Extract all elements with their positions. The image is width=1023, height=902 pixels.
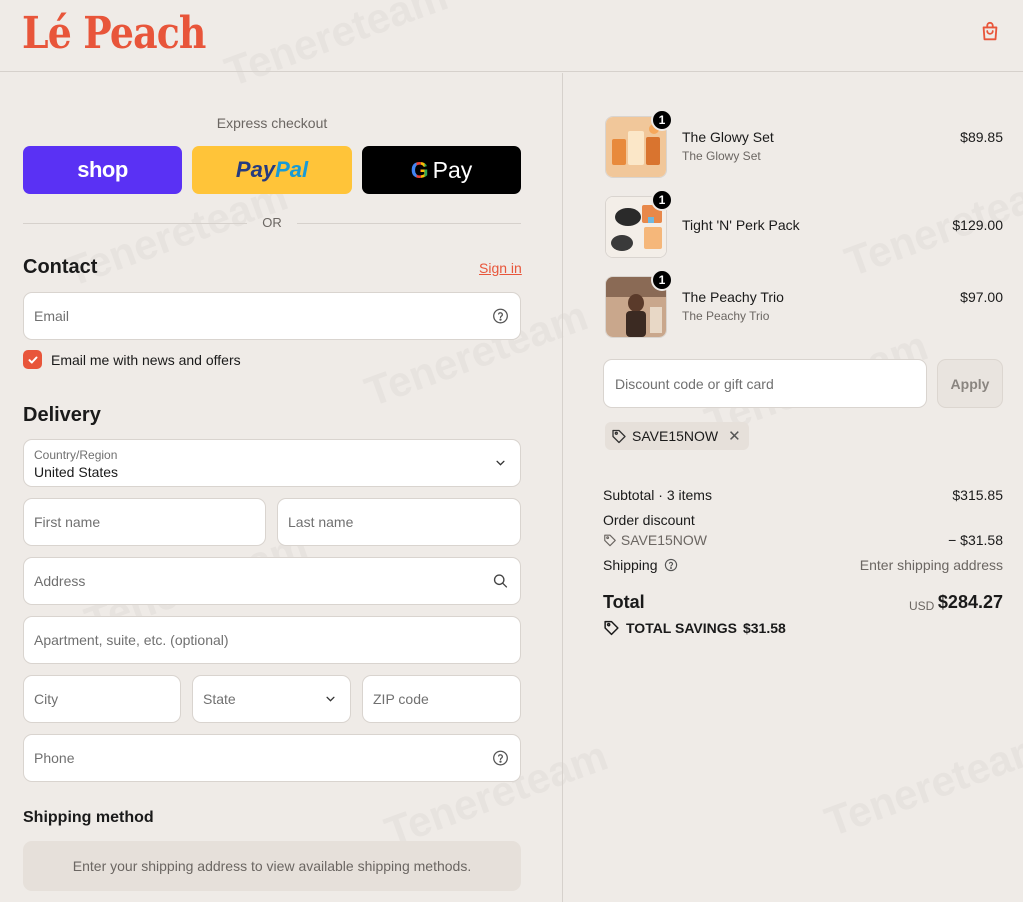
item-name: The Peachy Trio: [682, 289, 784, 305]
total-label: Total: [603, 592, 645, 612]
checkout-form: Express checkout shop PayPal G Pay OR Co…: [0, 73, 562, 902]
apartment-placeholder: Apartment, suite, etc. (optional): [34, 632, 229, 648]
or-label: OR: [262, 215, 282, 230]
savings-label: TOTAL SAVINGS: [626, 619, 737, 636]
contact-title: Contact: [23, 256, 98, 278]
subtotal-value: $315.85: [952, 487, 1003, 503]
site-header: Lé Peach: [0, 0, 1023, 72]
phone-placeholder: Phone: [34, 750, 75, 766]
order-summary: 1 The Glowy Set The Glowy Set $89.85 1 T…: [563, 73, 1023, 902]
sign-in-link[interactable]: Sign in: [479, 260, 522, 276]
help-icon[interactable]: [492, 308, 509, 325]
country-select[interactable]: Country/Region United States: [23, 439, 521, 487]
shipping-notice-text: Enter your shipping address to view avai…: [72, 858, 472, 874]
remove-code-icon[interactable]: ✕: [728, 427, 741, 445]
discount-placeholder: Discount code or gift card: [615, 375, 774, 392]
apply-discount-button[interactable]: Apply: [937, 359, 1003, 408]
item-price: $89.85: [960, 129, 1003, 145]
item-variant: The Glowy Set: [682, 149, 761, 163]
or-divider-left: [23, 223, 247, 224]
savings-value: $31.58: [742, 619, 786, 636]
order-discount-label: Order discount: [603, 512, 695, 528]
item-name: The Glowy Set: [682, 129, 774, 145]
or-divider-right: [297, 223, 521, 224]
first-name-placeholder: First name: [34, 514, 101, 530]
country-value: United States: [34, 464, 119, 480]
shop-pay-button[interactable]: shop: [23, 146, 182, 194]
shipping-row: Shipping Enter shipping address: [603, 557, 1003, 573]
discount-code-row: SAVE15NOW − $31.58: [603, 532, 1003, 548]
paypal-button[interactable]: PayPal: [192, 146, 352, 194]
item-name: Tight 'N' Perk Pack: [682, 217, 800, 233]
chevron-down-icon: [496, 460, 505, 466]
brand-logo[interactable]: Lé Peach: [22, 8, 206, 59]
shipping-value: Enter shipping address: [859, 557, 1003, 573]
newsletter-row: Email me with news and offers: [23, 350, 241, 369]
paypal-logo: PayPal: [235, 157, 309, 182]
help-icon[interactable]: [492, 750, 509, 767]
help-icon[interactable]: [664, 558, 678, 572]
google-pay-label: Pay: [432, 156, 473, 183]
subtotal-label: Subtotal · 3 items: [603, 487, 712, 503]
zip-field[interactable]: ZIP code: [362, 675, 521, 723]
cart-item: 1 Tight 'N' Perk Pack $129.00: [605, 189, 1003, 258]
tag-icon: [612, 429, 626, 444]
quantity-badge: 1: [651, 269, 673, 291]
quantity-badge: 1: [651, 189, 673, 211]
subtotal-row: Subtotal · 3 items $315.85: [603, 487, 1003, 503]
zip-placeholder: ZIP code: [373, 691, 429, 707]
item-price: $129.00: [952, 217, 1003, 233]
last-name-field[interactable]: Last name: [277, 498, 521, 546]
google-g-icon: G: [410, 156, 429, 183]
state-select[interactable]: State: [192, 675, 351, 723]
search-icon: [493, 574, 508, 588]
address-placeholder: Address: [34, 573, 86, 589]
shipping-label: Shipping: [603, 557, 658, 573]
city-placeholder: City: [34, 691, 59, 707]
applied-code-text: SAVE15NOW: [632, 428, 719, 444]
order-discount-row: Order discount: [603, 512, 1003, 528]
last-name-placeholder: Last name: [288, 514, 354, 530]
discount-value: − $31.58: [948, 532, 1003, 548]
tag-icon: [604, 620, 619, 636]
phone-field[interactable]: Phone: [23, 734, 521, 782]
total-currency: USD: [909, 599, 935, 613]
shop-pay-label: shop: [77, 157, 128, 182]
tag-icon: [604, 534, 616, 547]
email-placeholder: Email: [34, 308, 70, 324]
item-variant: The Peachy Trio: [682, 309, 770, 323]
shipping-method-title: Shipping method: [23, 809, 154, 826]
item-price: $97.00: [960, 289, 1003, 305]
discount-code-text: SAVE15NOW: [620, 532, 707, 548]
google-pay-button[interactable]: G Pay: [362, 146, 521, 194]
cart-item: 1 The Glowy Set The Glowy Set $89.85: [605, 109, 1003, 178]
first-name-field[interactable]: First name: [23, 498, 266, 546]
state-placeholder: State: [203, 691, 236, 707]
cart-item: 1 The Peachy Trio The Peachy Trio $97.00: [605, 269, 1003, 338]
quantity-badge: 1: [651, 109, 673, 131]
apartment-field[interactable]: Apartment, suite, etc. (optional): [23, 616, 521, 664]
country-label: Country/Region: [34, 448, 118, 462]
email-field[interactable]: Email: [23, 292, 521, 340]
total-savings: TOTAL SAVINGS $31.58: [603, 619, 786, 636]
check-icon: [28, 356, 37, 363]
express-checkout-label: Express checkout: [216, 115, 328, 131]
discount-code-input[interactable]: Discount code or gift card: [603, 359, 927, 408]
delivery-title: Delivery: [23, 404, 101, 426]
shopping-bag-icon[interactable]: [979, 21, 1001, 43]
city-field[interactable]: City: [23, 675, 181, 723]
applied-code-chip: SAVE15NOW ✕: [605, 422, 749, 450]
address-field[interactable]: Address: [23, 557, 521, 605]
shipping-method-notice: Enter your shipping address to view avai…: [23, 841, 521, 891]
total-amount: $284.27: [937, 592, 1003, 612]
chevron-down-icon: [326, 696, 335, 702]
newsletter-checkbox[interactable]: [23, 350, 42, 369]
newsletter-label: Email me with news and offers: [51, 351, 241, 368]
